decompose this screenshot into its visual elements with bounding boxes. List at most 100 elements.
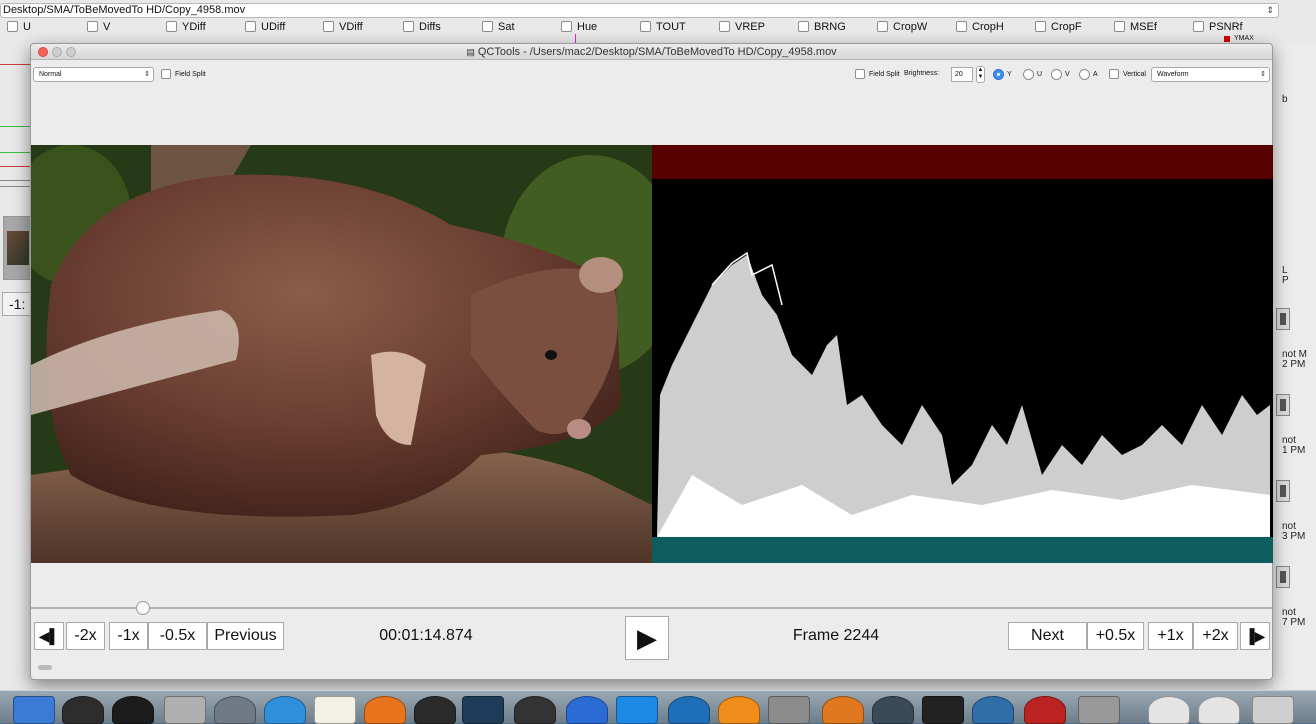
trash-icon[interactable] bbox=[1252, 696, 1294, 724]
filter-label: CropF bbox=[1051, 20, 1082, 33]
forward-2x-button[interactable]: +2x bbox=[1193, 622, 1238, 650]
checkbox-box bbox=[403, 21, 414, 32]
filter-checkbox-sat[interactable]: Sat bbox=[482, 19, 515, 34]
filter-checkbox-ydiff[interactable]: YDiff bbox=[166, 19, 206, 34]
filter-checkbox-udiff[interactable]: UDiff bbox=[245, 19, 285, 34]
disk-utility-icon[interactable] bbox=[872, 696, 914, 724]
person-icon[interactable] bbox=[822, 696, 864, 724]
side-thumbnail[interactable] bbox=[1276, 480, 1290, 502]
forward-half-speed-button[interactable]: +0.5x bbox=[1087, 622, 1144, 650]
speed-button[interactable]: -1: bbox=[2, 292, 32, 316]
filter-checkbox-cropw[interactable]: CropW bbox=[877, 19, 927, 34]
scope-field-split-checkbox[interactable]: Field Split bbox=[855, 68, 900, 80]
rewind-half-speed-button[interactable]: -0.5x bbox=[148, 622, 207, 650]
filter-checkbox-vdiff[interactable]: VDiff bbox=[323, 19, 363, 34]
filter-checkbox-psnrf[interactable]: PSNRf bbox=[1193, 19, 1243, 34]
channel-radio-a[interactable]: A bbox=[1079, 68, 1098, 80]
final-cut-icon[interactable] bbox=[514, 696, 556, 724]
terminal-icon[interactable] bbox=[112, 696, 154, 724]
photo-booth-icon[interactable] bbox=[1024, 696, 1066, 724]
legend-swatch bbox=[1224, 35, 1230, 42]
rewind-1x-button[interactable]: -1x bbox=[109, 622, 148, 650]
side-thumbnail[interactable] bbox=[1276, 308, 1290, 330]
filter-checkbox-croph[interactable]: CropH bbox=[956, 19, 1004, 34]
filter-checkbox-tout[interactable]: TOUT bbox=[640, 19, 686, 34]
filter-checkbox-vrep[interactable]: VREP bbox=[719, 19, 765, 34]
waveform-trace bbox=[657, 251, 1270, 537]
activity-monitor-icon[interactable] bbox=[62, 696, 104, 724]
timeline-track[interactable] bbox=[31, 607, 1272, 609]
vlc-icon[interactable] bbox=[718, 696, 760, 724]
chevron-updown-icon: ⇕ bbox=[144, 71, 150, 78]
image-capture-icon[interactable] bbox=[972, 696, 1014, 724]
radio-dot bbox=[1079, 68, 1090, 80]
filter-checkbox-brng[interactable]: BRNG bbox=[798, 19, 846, 34]
forward-1x-button[interactable]: +1x bbox=[1148, 622, 1193, 650]
filter-checkbox-cropf[interactable]: CropF bbox=[1035, 19, 1082, 34]
chevron-updown-icon: ⇕ bbox=[1266, 5, 1274, 15]
scope-mode-select[interactable]: Waveform ⇕ bbox=[1151, 67, 1270, 82]
checkbox-box bbox=[855, 69, 865, 79]
filter-checkbox-hue[interactable]: Hue bbox=[561, 19, 597, 34]
filter-checkbox-msef[interactable]: MSEf bbox=[1114, 19, 1157, 34]
quicktime-icon[interactable] bbox=[566, 696, 608, 724]
side-caption: not M 2 PM bbox=[1282, 349, 1308, 370]
go-to-start-button[interactable]: ◀▌ bbox=[34, 622, 64, 650]
thumbnail-image bbox=[7, 231, 29, 265]
finder-icon[interactable] bbox=[13, 696, 55, 724]
channel-radio-u[interactable]: U bbox=[1023, 68, 1042, 80]
brightness-stepper[interactable]: ▲ ▼ bbox=[976, 66, 985, 83]
side-thumbnail[interactable] bbox=[1276, 566, 1290, 588]
view-mode-select[interactable]: Normal ⇕ bbox=[33, 67, 154, 82]
printer-icon[interactable] bbox=[164, 696, 206, 724]
filter-label: MSEf bbox=[1130, 20, 1157, 33]
side-thumbnail[interactable] bbox=[1276, 394, 1290, 416]
safari-icon[interactable] bbox=[264, 696, 306, 724]
window-titlebar[interactable]: ▤ QCTools - /Users/mac2/Desktop/SMA/ToBeM… bbox=[31, 44, 1272, 60]
radio-dot bbox=[1051, 68, 1062, 80]
filter-checkbox-row: U V YDiff UDiff VDiff Diffs Sat Hue TOUT VREP BRNG… bbox=[0, 19, 1280, 34]
qctools-icon[interactable] bbox=[414, 696, 456, 724]
app-window-icon[interactable] bbox=[462, 696, 504, 724]
utility-icon[interactable] bbox=[1078, 696, 1120, 724]
system-preferences-icon[interactable] bbox=[768, 696, 810, 724]
filter-checkbox-v[interactable]: V bbox=[87, 19, 110, 34]
play-icon: ▶ bbox=[637, 623, 657, 653]
checkbox-box bbox=[7, 21, 18, 32]
vertical-checkbox[interactable]: Vertical bbox=[1109, 68, 1146, 80]
graph-line-red bbox=[0, 64, 30, 65]
textedit-icon[interactable] bbox=[314, 696, 356, 724]
brightness-field[interactable]: 20 bbox=[951, 67, 973, 82]
dvd-player-icon[interactable] bbox=[922, 696, 964, 724]
thumbnail-strip[interactable] bbox=[3, 216, 31, 280]
go-to-end-button[interactable]: ▐▶ bbox=[1240, 622, 1270, 650]
checkbox-box bbox=[1193, 21, 1204, 32]
app-store-icon[interactable] bbox=[668, 696, 710, 724]
resize-grip[interactable] bbox=[38, 665, 52, 670]
graph-line-gray bbox=[0, 186, 30, 187]
timeline-playhead[interactable] bbox=[136, 601, 150, 615]
previous-frame-button[interactable]: Previous bbox=[207, 622, 284, 650]
player-toolbar: Normal ⇕ Field Split Field Split Brightn… bbox=[31, 64, 1272, 84]
filter-label: U bbox=[23, 20, 31, 33]
field-split-checkbox[interactable]: Field Split bbox=[161, 68, 206, 80]
launchpad-icon[interactable] bbox=[214, 696, 256, 724]
filter-checkbox-diffs[interactable]: Diffs bbox=[403, 19, 441, 34]
filter-checkbox-u[interactable]: U bbox=[7, 19, 31, 34]
play-button[interactable]: ▶ bbox=[625, 616, 669, 660]
filter-label: YDiff bbox=[182, 20, 206, 33]
file-path-selector[interactable]: Desktop/SMA/ToBeMovedTo HD/Copy_4958.mov… bbox=[0, 3, 1279, 18]
next-frame-button[interactable]: Next bbox=[1008, 622, 1087, 650]
checkbox-box bbox=[87, 21, 98, 32]
side-caption: b bbox=[1282, 94, 1288, 105]
downloads-stack-icon[interactable] bbox=[1148, 696, 1190, 724]
quicktime-x-icon[interactable] bbox=[616, 696, 658, 724]
channel-radio-v[interactable]: V bbox=[1051, 68, 1070, 80]
channel-radio-y[interactable]: Y bbox=[993, 68, 1012, 80]
filter-label: VREP bbox=[735, 20, 765, 33]
checkbox-box bbox=[245, 21, 256, 32]
checkbox-box bbox=[1035, 21, 1046, 32]
documents-stack-icon[interactable] bbox=[1198, 696, 1240, 724]
rewind-2x-button[interactable]: -2x bbox=[66, 622, 105, 650]
firefox-icon[interactable] bbox=[364, 696, 406, 724]
